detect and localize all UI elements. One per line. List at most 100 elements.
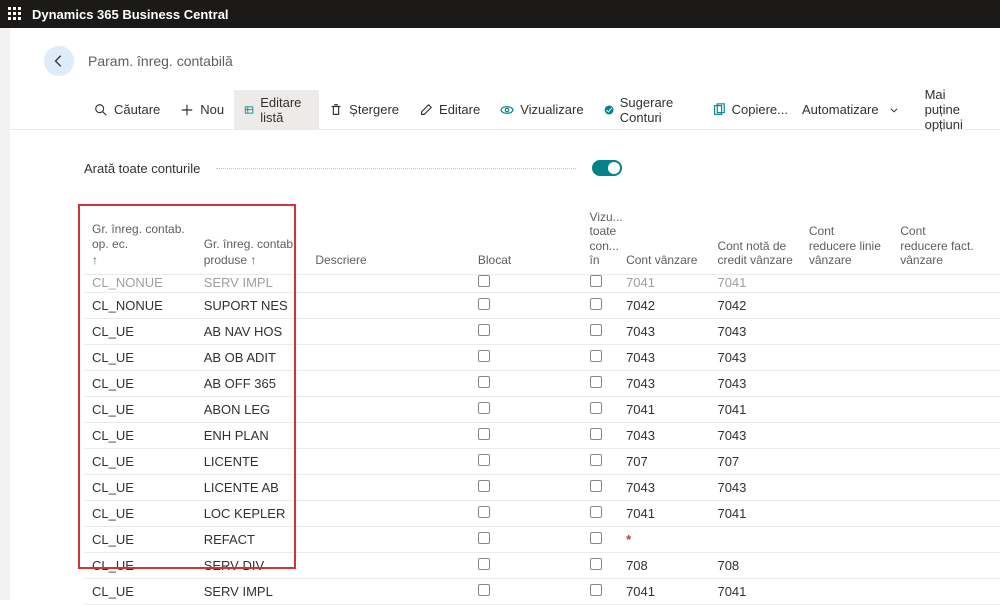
table-row[interactable]: CL_UESERV IMPL70417041: [84, 578, 1000, 604]
cell-vtc[interactable]: [582, 422, 619, 448]
viewall-checkbox[interactable]: [590, 324, 602, 336]
cell-more[interactable]: [984, 292, 1000, 318]
cell-crlv[interactable]: [801, 396, 892, 422]
viewall-checkbox[interactable]: [590, 454, 602, 466]
table-row[interactable]: CL_UEAB OFF 36570437043: [84, 370, 1000, 396]
viewall-checkbox[interactable]: [590, 376, 602, 388]
app-launcher-icon[interactable]: [8, 7, 22, 21]
col-header-bloc[interactable]: Blocat: [470, 206, 582, 274]
cell-crfv[interactable]: [892, 422, 983, 448]
col-header-desc[interactable]: Descriere: [307, 206, 469, 274]
cell-crlv[interactable]: [801, 318, 892, 344]
automate-dropdown[interactable]: Automatizare: [798, 90, 903, 130]
cell-vtc[interactable]: [582, 318, 619, 344]
delete-button[interactable]: Ștergere: [319, 90, 409, 130]
cell-cncv[interactable]: 7043: [709, 318, 800, 344]
cell-ec[interactable]: CL_UE: [84, 370, 196, 396]
cell-cncv[interactable]: 707: [709, 448, 800, 474]
cell-more[interactable]: [984, 344, 1000, 370]
blocked-checkbox[interactable]: [478, 454, 490, 466]
cell-desc[interactable]: [307, 578, 469, 604]
cell-bloc[interactable]: [470, 344, 582, 370]
cell-vtc[interactable]: [582, 274, 619, 292]
cell-bloc[interactable]: [470, 292, 582, 318]
cell-prod[interactable]: SERV IMPL: [196, 274, 308, 292]
cell-ec[interactable]: CL_UE: [84, 500, 196, 526]
cell-prod[interactable]: LICENTE AB: [196, 474, 308, 500]
cell-prod[interactable]: SERV DIV: [196, 552, 308, 578]
col-header-prod[interactable]: Gr. înreg. contab. produse ↑: [196, 206, 308, 274]
cell-desc[interactable]: [307, 370, 469, 396]
blocked-checkbox[interactable]: [478, 298, 490, 310]
cell-cv[interactable]: 7041: [618, 274, 709, 292]
cell-ec[interactable]: CL_UE: [84, 318, 196, 344]
cell-crfv[interactable]: [892, 396, 983, 422]
cell-ec[interactable]: CL_NONUE: [84, 274, 196, 292]
cell-ec[interactable]: CL_UE: [84, 526, 196, 552]
view-button[interactable]: Vizualizare: [490, 90, 593, 130]
cell-cv[interactable]: 7041: [618, 500, 709, 526]
table-row[interactable]: CL_UELICENTE707707: [84, 448, 1000, 474]
cell-ec[interactable]: CL_UE: [84, 578, 196, 604]
blocked-checkbox[interactable]: [478, 275, 490, 287]
blocked-checkbox[interactable]: [478, 350, 490, 362]
cell-cncv[interactable]: 7041: [709, 274, 800, 292]
cell-cncv[interactable]: 7043: [709, 474, 800, 500]
show-all-accounts-toggle[interactable]: [592, 160, 622, 176]
cell-cv[interactable]: 7043: [618, 344, 709, 370]
cell-crfv[interactable]: [892, 578, 983, 604]
cell-desc[interactable]: [307, 318, 469, 344]
viewall-checkbox[interactable]: [590, 298, 602, 310]
cell-vtc[interactable]: [582, 396, 619, 422]
table-row[interactable]: CL_UEAB OB ADIT70437043: [84, 344, 1000, 370]
cell-cv[interactable]: 7041: [618, 578, 709, 604]
cell-bloc[interactable]: [470, 274, 582, 292]
cell-crlv[interactable]: [801, 474, 892, 500]
cell-cv[interactable]: 7042: [618, 292, 709, 318]
col-header-ec[interactable]: Gr. înreg. contab. op. ec.↑: [84, 206, 196, 274]
cell-prod[interactable]: LOC KEPLER: [196, 500, 308, 526]
col-header-crfv[interactable]: Cont reducere fact. vânzare: [892, 206, 983, 274]
cell-prod[interactable]: AB NAV HOS: [196, 318, 308, 344]
col-header-cv[interactable]: Cont vânzare: [618, 206, 709, 274]
cell-desc[interactable]: [307, 474, 469, 500]
cell-crfv[interactable]: [892, 318, 983, 344]
cell-prod[interactable]: ABON LEG: [196, 396, 308, 422]
cell-cv[interactable]: 707: [618, 448, 709, 474]
cell-vtc[interactable]: [582, 578, 619, 604]
cell-vtc[interactable]: [582, 474, 619, 500]
cell-ec[interactable]: CL_NONUE: [84, 292, 196, 318]
viewall-checkbox[interactable]: [590, 428, 602, 440]
blocked-checkbox[interactable]: [478, 376, 490, 388]
cell-crlv[interactable]: [801, 448, 892, 474]
cell-crfv[interactable]: [892, 274, 983, 292]
cell-more[interactable]: [984, 396, 1000, 422]
cell-bloc[interactable]: [470, 448, 582, 474]
col-header-more[interactable]: [984, 206, 1000, 274]
cell-crlv[interactable]: [801, 370, 892, 396]
blocked-checkbox[interactable]: [478, 558, 490, 570]
cell-prod[interactable]: SUPORT NES: [196, 292, 308, 318]
cell-crfv[interactable]: [892, 370, 983, 396]
cell-desc[interactable]: [307, 552, 469, 578]
cell-cncv[interactable]: 7041: [709, 500, 800, 526]
cell-desc[interactable]: [307, 292, 469, 318]
cell-crlv[interactable]: [801, 500, 892, 526]
cell-crlv[interactable]: [801, 292, 892, 318]
cell-prod[interactable]: ENH PLAN: [196, 422, 308, 448]
cell-more[interactable]: [984, 370, 1000, 396]
cell-cncv[interactable]: 7043: [709, 422, 800, 448]
cell-crfv[interactable]: [892, 344, 983, 370]
blocked-checkbox[interactable]: [478, 402, 490, 414]
cell-vtc[interactable]: [582, 552, 619, 578]
cell-vtc[interactable]: [582, 292, 619, 318]
cell-bloc[interactable]: [470, 552, 582, 578]
cell-more[interactable]: [984, 474, 1000, 500]
fewer-options-button[interactable]: Mai puține opțiuni: [921, 90, 970, 130]
col-header-cncv[interactable]: Cont notă de credit vânzare: [709, 206, 800, 274]
cell-crlv[interactable]: [801, 422, 892, 448]
viewall-checkbox[interactable]: [590, 350, 602, 362]
cell-cv[interactable]: 7043: [618, 370, 709, 396]
cell-ec[interactable]: CL_UE: [84, 474, 196, 500]
edit-list-button[interactable]: Editare listă: [234, 90, 319, 130]
